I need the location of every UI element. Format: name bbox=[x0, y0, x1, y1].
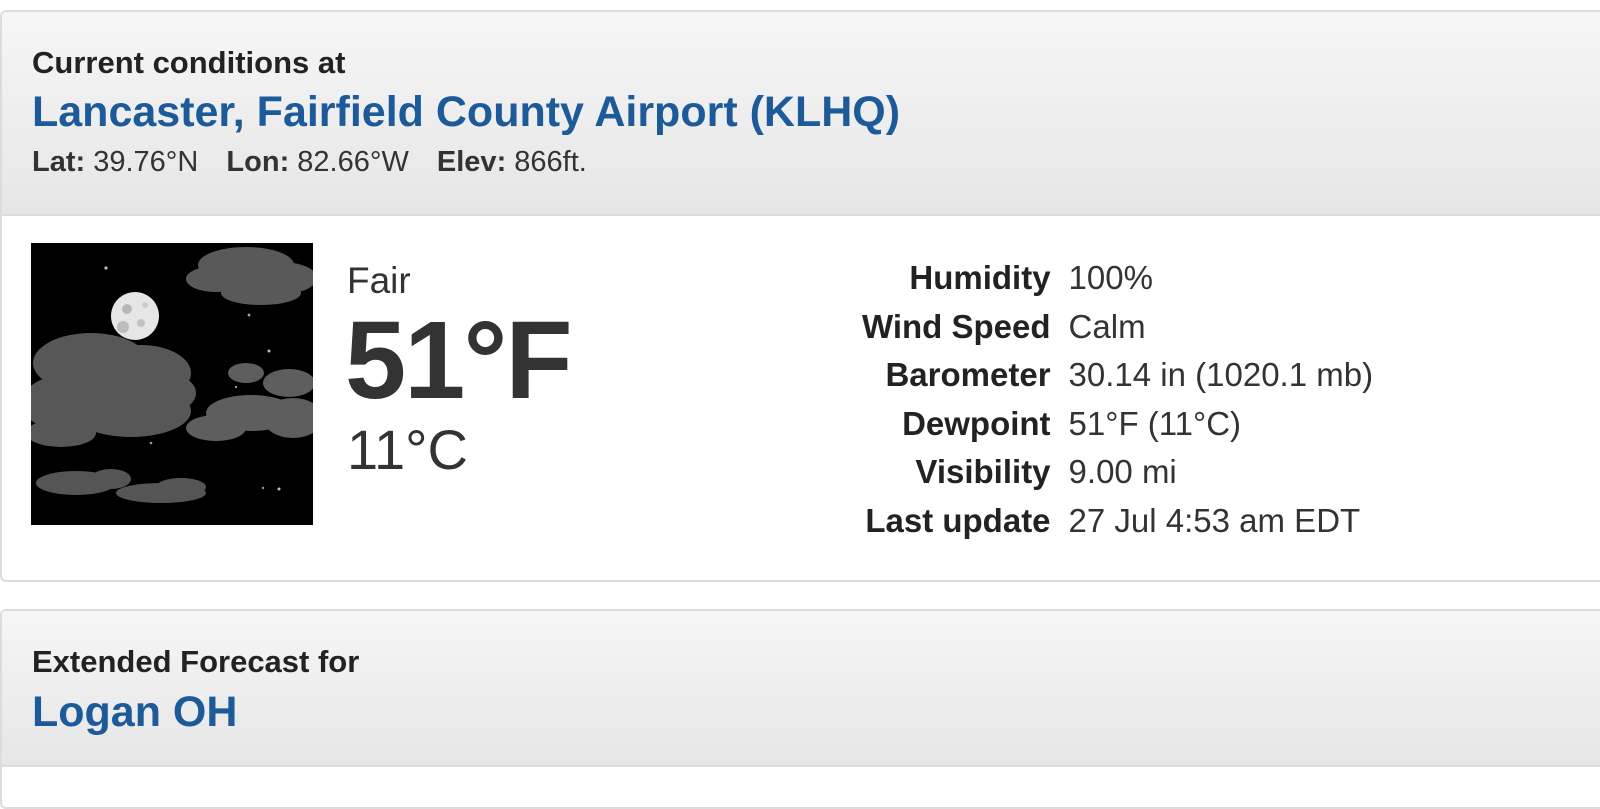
temperature-celsius: 11°C bbox=[347, 418, 468, 481]
visibility-value: 9.00 mi bbox=[1068, 453, 1177, 491]
latitude-label: Lat: bbox=[32, 146, 86, 178]
dewpoint-value: 51°F (11°C) bbox=[1068, 404, 1242, 442]
table-row: Visibility 9.00 mi bbox=[862, 448, 1373, 497]
table-row: Wind Speed Calm bbox=[862, 303, 1373, 352]
last-update-label: Last update bbox=[865, 501, 1051, 539]
station-name: Lancaster, Fairfield County Airport (KLH… bbox=[32, 88, 901, 136]
station-coordinates: Lat: 39.76°N Lon: 82.66°W Elev: 866ft. bbox=[32, 146, 607, 179]
table-row: Barometer 30.14 in (1020.1 mb) bbox=[862, 351, 1373, 400]
table-row: Humidity 100% bbox=[862, 254, 1373, 303]
conditions-details-table: Humidity 100% Wind Speed Calm Barometer … bbox=[862, 254, 1373, 545]
table-row: Last update 27 Jul 4:53 am EDT bbox=[862, 497, 1373, 546]
current-conditions-panel: Current conditions at Lancaster, Fairfie… bbox=[0, 10, 1600, 582]
wind-speed-value: Calm bbox=[1068, 307, 1146, 345]
extended-forecast-subheading: Extended Forecast for bbox=[32, 644, 360, 679]
wind-speed-label: Wind Speed bbox=[862, 307, 1051, 345]
extended-forecast-heading: Extended Forecast for Logan OH bbox=[2, 611, 1600, 767]
longitude-group: Lon: 82.66°W bbox=[226, 146, 408, 178]
table-row: Dewpoint 51°F (11°C) bbox=[862, 400, 1373, 449]
forecast-location: Logan OH bbox=[32, 688, 238, 736]
current-conditions-heading: Current conditions at Lancaster, Fairfie… bbox=[2, 12, 1600, 216]
barometer-value: 30.14 in (1020.1 mb) bbox=[1068, 356, 1374, 394]
extended-forecast-panel: Extended Forecast for Logan OH bbox=[0, 609, 1600, 809]
longitude-label: Lon: bbox=[226, 146, 290, 178]
current-conditions-subheading: Current conditions at bbox=[32, 45, 346, 80]
elevation-label: Elev: bbox=[436, 146, 507, 178]
latitude-group: Lat: 39.76°N bbox=[32, 146, 198, 178]
dewpoint-label: Dewpoint bbox=[902, 404, 1051, 442]
elevation-group: Elev: 866ft. bbox=[437, 146, 587, 178]
longitude-value: 82.66°W bbox=[297, 146, 409, 178]
temperature-fahrenheit: 51°F bbox=[345, 299, 573, 422]
visibility-label: Visibility bbox=[915, 453, 1051, 491]
condition-description: Fair bbox=[347, 260, 411, 301]
latitude-value: 39.76°N bbox=[93, 146, 199, 178]
last-update-value: 27 Jul 4:53 am EDT bbox=[1068, 501, 1361, 539]
humidity-label: Humidity bbox=[909, 259, 1051, 297]
elevation-value: 866ft. bbox=[514, 146, 587, 178]
humidity-value: 100% bbox=[1068, 259, 1153, 297]
night-partly-cloudy-moon-icon bbox=[31, 243, 313, 525]
barometer-label: Barometer bbox=[885, 356, 1051, 394]
